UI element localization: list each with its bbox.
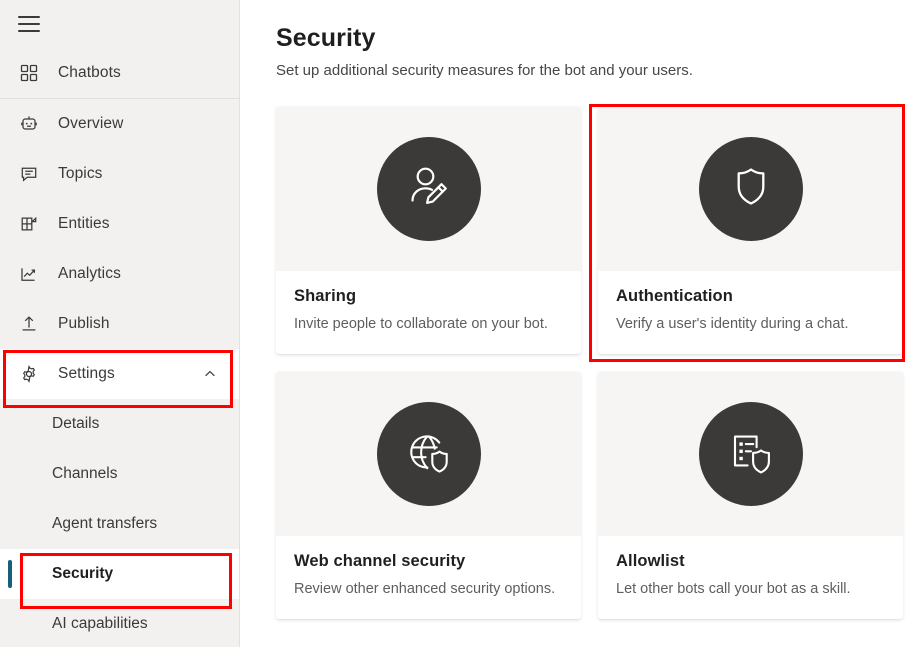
card-icon-circle	[377, 137, 481, 241]
sidebar-subitem-channels[interactable]: Channels	[0, 449, 239, 499]
card-body: Web channel security Review other enhanc…	[276, 536, 581, 619]
app-root: Chatbots Overview	[0, 0, 911, 647]
page-subtitle: Set up additional security measures for …	[276, 61, 905, 81]
card-media	[276, 107, 581, 271]
card-media	[598, 372, 903, 536]
sidebar-item-overview[interactable]: Overview	[0, 99, 239, 149]
sidebar-subitem-label: Details	[52, 415, 99, 433]
entities-icon	[18, 213, 40, 235]
card-description: Invite people to collaborate on your bot…	[294, 314, 563, 334]
sidebar-subitem-label: Channels	[52, 465, 118, 483]
card-title: Authentication	[616, 285, 885, 307]
sidebar-item-label: Chatbots	[58, 64, 121, 82]
sidebar-subitem-ai-capabilities[interactable]: AI capabilities	[0, 599, 239, 647]
sidebar-item-label: Overview	[58, 115, 123, 133]
sidebar-subitem-label: Agent transfers	[52, 515, 157, 533]
sidebar-item-label: Analytics	[58, 265, 121, 283]
card-description: Let other bots call your bot as a skill.	[616, 579, 885, 599]
shield-icon	[723, 159, 779, 220]
sidebar-subitem-label: AI capabilities	[52, 615, 148, 633]
sidebar-item-label: Entities	[58, 215, 110, 233]
card-description: Review other enhanced security options.	[294, 579, 563, 599]
sidebar-subitem-security[interactable]: Security	[0, 549, 239, 599]
card-body: Sharing Invite people to collaborate on …	[276, 271, 581, 354]
security-card-grid: Sharing Invite people to collaborate on …	[276, 107, 905, 619]
sidebar-item-publish[interactable]: Publish	[0, 299, 239, 349]
card-title: Allowlist	[616, 550, 885, 572]
sidebar-item-analytics[interactable]: Analytics	[0, 249, 239, 299]
sidebar-item-label: Publish	[58, 315, 110, 333]
card-body: Allowlist Let other bots call your bot a…	[598, 536, 903, 619]
card-title: Sharing	[294, 285, 563, 307]
user-edit-icon	[401, 159, 457, 220]
grid-icon	[18, 62, 40, 84]
card-allowlist[interactable]: Allowlist Let other bots call your bot a…	[598, 372, 903, 619]
card-icon-circle	[699, 137, 803, 241]
publish-upload-icon	[18, 313, 40, 335]
card-icon-circle	[699, 402, 803, 506]
hamburger-menu-icon[interactable]	[18, 16, 40, 32]
card-media	[598, 107, 903, 271]
gear-icon	[18, 363, 40, 385]
main-content: Security Set up additional security meas…	[240, 0, 911, 647]
card-description: Verify a user's identity during a chat.	[616, 314, 885, 334]
selection-indicator-bar	[8, 560, 12, 588]
left-sidebar: Chatbots Overview	[0, 0, 240, 647]
card-title: Web channel security	[294, 550, 563, 572]
sidebar-subitem-details[interactable]: Details	[0, 399, 239, 449]
page-title: Security	[276, 22, 905, 54]
sidebar-item-topics[interactable]: Topics	[0, 149, 239, 199]
card-media	[276, 372, 581, 536]
sidebar-subitem-agent-transfers[interactable]: Agent transfers	[0, 499, 239, 549]
card-web-channel-security[interactable]: Web channel security Review other enhanc…	[276, 372, 581, 619]
sidebar-item-label: Settings	[58, 365, 115, 383]
sidebar-item-entities[interactable]: Entities	[0, 199, 239, 249]
list-shield-icon	[723, 424, 779, 485]
analytics-chart-icon	[18, 263, 40, 285]
chevron-up-icon[interactable]	[203, 367, 217, 381]
sidebar-item-settings[interactable]: Settings	[0, 349, 239, 399]
sidebar-item-chatbots[interactable]: Chatbots	[0, 48, 239, 98]
globe-shield-icon	[401, 424, 457, 485]
card-body: Authentication Verify a user's identity …	[598, 271, 903, 354]
card-icon-circle	[377, 402, 481, 506]
card-sharing[interactable]: Sharing Invite people to collaborate on …	[276, 107, 581, 354]
sidebar-subitem-label: Security	[52, 565, 113, 583]
hamburger-row	[0, 0, 239, 48]
sidebar-item-label: Topics	[58, 165, 103, 183]
chat-icon	[18, 163, 40, 185]
card-authentication[interactable]: Authentication Verify a user's identity …	[598, 107, 903, 354]
bot-icon	[18, 113, 40, 135]
